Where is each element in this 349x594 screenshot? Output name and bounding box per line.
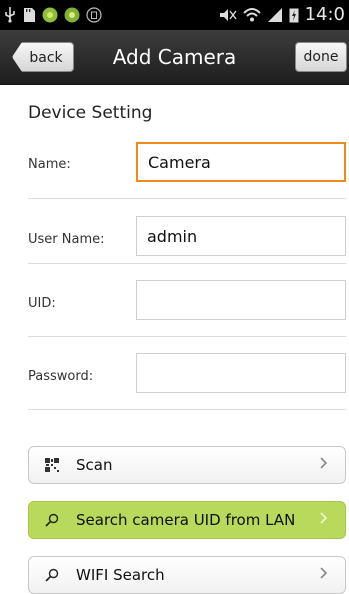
search-icon (44, 512, 60, 528)
password-label: Password: (28, 369, 94, 384)
qr-code-icon (44, 457, 60, 473)
search-lan-label: Search camera UID from LAN (76, 511, 296, 529)
app-icon (42, 7, 58, 23)
signal-icon (267, 8, 282, 22)
status-icons-left (4, 6, 102, 24)
wifi-search-label: WIFI Search (76, 566, 165, 584)
trash-icon (86, 7, 102, 23)
mute-icon (219, 9, 237, 21)
status-time: 14:0 (304, 4, 345, 25)
section-title: Device Setting (28, 103, 153, 123)
usb-icon (5, 7, 15, 23)
chevron-right-icon (317, 512, 331, 528)
divider (28, 409, 346, 410)
name-input[interactable] (136, 142, 346, 182)
app-icon (64, 7, 80, 23)
uid-input[interactable] (136, 280, 346, 320)
username-label: User Name: (28, 232, 105, 247)
uid-label: UID: (28, 296, 56, 311)
wifi-icon (242, 8, 261, 22)
search-icon (44, 567, 60, 583)
sd-card-icon (24, 8, 35, 22)
title-bar: Add Camera back done (0, 30, 349, 85)
divider (28, 198, 346, 199)
name-label: Name: (28, 157, 71, 172)
divider (28, 263, 346, 264)
status-icons-right: 14:0 (219, 6, 345, 24)
battery-icon (289, 8, 299, 23)
chevron-right-icon (317, 567, 331, 583)
back-button[interactable]: back (12, 42, 74, 72)
search-lan-button[interactable]: Search camera UID from LAN (28, 501, 346, 539)
chevron-right-icon (317, 457, 331, 473)
divider (28, 336, 346, 337)
scan-label: Scan (76, 456, 113, 474)
status-bar: 14:0 (0, 0, 349, 30)
wifi-search-button[interactable]: WIFI Search (28, 556, 346, 594)
username-input[interactable] (136, 216, 346, 256)
scan-button[interactable]: Scan (28, 446, 346, 484)
password-input[interactable] (136, 353, 346, 393)
done-button[interactable]: done (295, 42, 347, 72)
